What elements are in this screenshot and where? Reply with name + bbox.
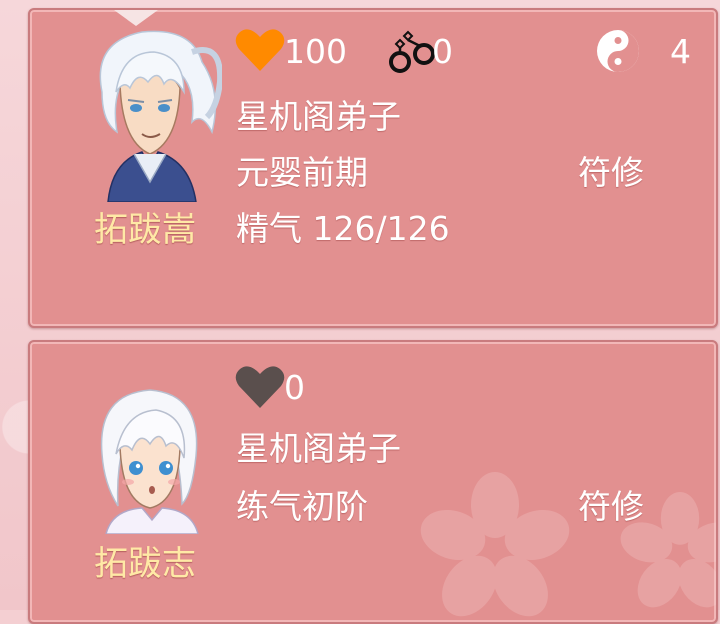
flower-decoration — [420, 472, 570, 617]
yin-yang-icon — [597, 30, 639, 72]
realm-label: 练气初阶 — [236, 487, 368, 526]
heart-icon — [235, 29, 285, 72]
yinyang-value: 4 — [670, 32, 691, 71]
path-label: 符修 — [578, 153, 644, 192]
disciple-card[interactable]: 拓跋嵩 100 0 4 星机阁弟子 元婴前期 符修 精气 126/126 — [28, 8, 718, 328]
captured-value: 0 — [432, 32, 453, 71]
favor-value: 100 — [284, 32, 347, 71]
disciple-portrait — [100, 389, 199, 534]
handcuffs-icon — [389, 30, 435, 73]
path-label: 符修 — [578, 487, 644, 526]
disciple-portrait — [99, 30, 222, 202]
heart-icon — [235, 366, 285, 408]
faction-label: 星机阁弟子 — [236, 429, 401, 468]
disciple-name: 拓跋嵩 — [94, 210, 196, 250]
disciple-name: 拓跋志 — [94, 544, 196, 584]
favor-value: 0 — [284, 368, 305, 407]
faction-label: 星机阁弟子 — [236, 97, 401, 136]
disciple-card[interactable]: 拓跋志 0 星机阁弟子 练气初阶 符修 — [28, 340, 718, 624]
energy-label: 精气 126/126 — [236, 209, 450, 248]
realm-label: 元婴前期 — [236, 153, 368, 192]
